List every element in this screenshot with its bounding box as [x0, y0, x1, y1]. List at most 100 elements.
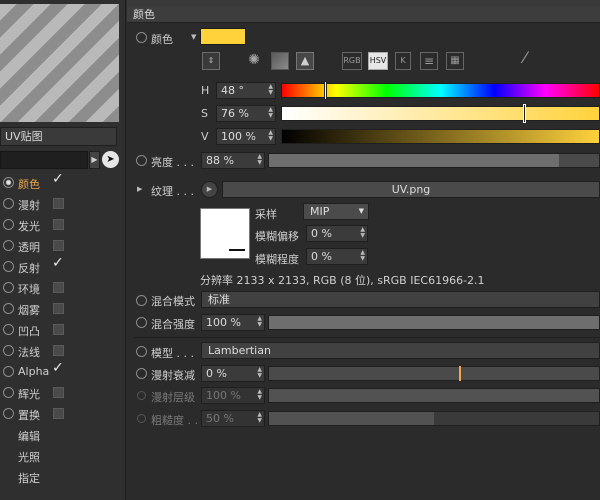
- channel-checkbox[interactable]: [53, 282, 64, 293]
- spinner-icon[interactable]: ▲ ▼: [268, 84, 273, 96]
- channel-label[interactable]: 颜色: [18, 176, 40, 192]
- channel-label[interactable]: 发光: [18, 218, 40, 234]
- checkmark-icon[interactable]: ✓: [52, 361, 66, 375]
- cursor-pick-icon[interactable]: ➤: [102, 151, 119, 168]
- collapse-triangle-icon[interactable]: ▶: [137, 185, 142, 193]
- channel-row[interactable]: 发光: [0, 214, 120, 236]
- channel-radio[interactable]: [3, 240, 14, 251]
- swatch-grid-icon[interactable]: ▦: [446, 52, 464, 70]
- material-name-field[interactable]: UV贴图: [0, 127, 117, 146]
- checkmark-icon[interactable]: ✓: [52, 172, 66, 186]
- play-arrow-icon[interactable]: ▶: [89, 151, 100, 169]
- channel-checkbox[interactable]: [53, 324, 64, 335]
- texture-thumbnail[interactable]: [200, 208, 250, 259]
- animate-radio-blend-mode[interactable]: [136, 295, 147, 306]
- channel-search-field[interactable]: [0, 151, 88, 169]
- channel-label[interactable]: 辉光: [18, 386, 40, 402]
- mixer-sliders-icon[interactable]: ≡: [420, 52, 438, 70]
- hue-field[interactable]: 48 ° ▲ ▼: [216, 82, 276, 99]
- eyedropper-icon[interactable]: ⁄: [516, 50, 534, 68]
- spinner-icon[interactable]: ▲ ▼: [257, 154, 262, 166]
- channel-radio[interactable]: [3, 198, 14, 209]
- channel-checkbox[interactable]: [53, 303, 64, 314]
- brightness-slider[interactable]: [268, 153, 600, 168]
- channel-label[interactable]: 反射: [18, 260, 40, 276]
- expand-triangle-icon[interactable]: ▼: [191, 33, 196, 41]
- channel-row[interactable]: 透明: [0, 235, 120, 257]
- blur-scale-field[interactable]: 0 % ▲ ▼: [306, 248, 368, 265]
- channel-checkbox[interactable]: [53, 219, 64, 230]
- channel-row[interactable]: 环境: [0, 277, 120, 299]
- spinner-icon[interactable]: ▲ ▼: [257, 412, 262, 424]
- animate-radio-diffuse-level[interactable]: [137, 391, 146, 400]
- channel-checkbox[interactable]: [53, 240, 64, 251]
- menu-item-assign[interactable]: 指定: [18, 470, 40, 490]
- channel-checkbox[interactable]: [53, 408, 64, 419]
- checkmark-icon[interactable]: ✓: [52, 256, 66, 270]
- spectrum-icon[interactable]: [271, 52, 289, 70]
- value-field[interactable]: 100 % ▲ ▼: [216, 128, 276, 145]
- channel-row[interactable]: 漫射: [0, 193, 120, 215]
- mode-hsv-button[interactable]: HSV: [368, 52, 388, 70]
- value-slider[interactable]: [281, 129, 600, 144]
- spinner-icon[interactable]: ▲ ▼: [257, 316, 262, 328]
- roughness-field[interactable]: 50 % ▲ ▼: [201, 410, 265, 427]
- channel-radio[interactable]: [3, 387, 14, 398]
- animate-radio-brightness[interactable]: [136, 155, 147, 166]
- spinner-icon[interactable]: ▲ ▼: [268, 107, 273, 119]
- saturation-slider[interactable]: [281, 104, 600, 123]
- channel-label[interactable]: 法线: [18, 344, 40, 360]
- spinner-icon[interactable]: ▲ ▼: [360, 227, 365, 239]
- spinner-icon[interactable]: ▲ ▼: [257, 367, 262, 379]
- image-picker-icon[interactable]: ▲: [296, 52, 314, 70]
- sampling-dropdown[interactable]: MIP ▼: [303, 203, 369, 220]
- channel-radio[interactable]: [3, 219, 14, 230]
- blend-strength-slider[interactable]: [268, 315, 600, 330]
- animate-radio-model[interactable]: [136, 346, 147, 357]
- channel-radio[interactable]: [3, 345, 14, 356]
- menu-item-edit[interactable]: 编辑: [18, 428, 40, 448]
- channel-checkbox[interactable]: [53, 345, 64, 356]
- roughness-slider[interactable]: [268, 411, 600, 426]
- texture-file-button[interactable]: UV.png: [222, 181, 600, 198]
- channel-label[interactable]: 烟雾: [18, 302, 40, 318]
- diffuse-falloff-slider[interactable]: [268, 366, 600, 381]
- channel-row[interactable]: 反射 ✓: [0, 256, 120, 278]
- model-dropdown[interactable]: Lambertian: [201, 342, 600, 359]
- channel-checkbox[interactable]: [53, 387, 64, 398]
- channel-radio[interactable]: [3, 366, 14, 377]
- brightness-field[interactable]: 88 % ▲ ▼: [201, 152, 265, 169]
- channel-radio[interactable]: [3, 177, 14, 188]
- color-wheel-icon[interactable]: ✺: [245, 52, 263, 70]
- channel-label[interactable]: 置换: [18, 407, 40, 423]
- channel-label[interactable]: 凹凸: [18, 323, 40, 339]
- channel-radio[interactable]: [3, 282, 14, 293]
- diffuse-level-slider[interactable]: [268, 388, 600, 403]
- saturation-slider-handle[interactable]: [522, 104, 526, 123]
- blend-strength-field[interactable]: 100 % ▲ ▼: [201, 314, 265, 331]
- blend-mode-dropdown[interactable]: 标准: [201, 291, 600, 308]
- channel-row[interactable]: Alpha ✓: [0, 361, 120, 383]
- material-preview[interactable]: [0, 4, 119, 122]
- channel-radio[interactable]: [3, 324, 14, 335]
- color-swatch[interactable]: [200, 28, 246, 45]
- channel-row[interactable]: 置换: [0, 403, 120, 425]
- saturation-field[interactable]: 76 % ▲ ▼: [216, 105, 276, 122]
- mode-kelvin-button[interactable]: K: [395, 52, 411, 70]
- diffuse-falloff-field[interactable]: 0 % ▲ ▼: [201, 365, 265, 382]
- hue-slider-handle[interactable]: [324, 81, 328, 100]
- channel-radio[interactable]: [3, 261, 14, 272]
- hue-slider[interactable]: [281, 81, 600, 100]
- mode-rgb-button[interactable]: RGB: [342, 52, 362, 70]
- spinner-icon[interactable]: ▲ ▼: [360, 250, 365, 262]
- animate-radio-blend-strength[interactable]: [136, 317, 147, 328]
- channel-row[interactable]: 凹凸: [0, 319, 120, 341]
- channel-label[interactable]: 透明: [18, 239, 40, 255]
- channel-radio[interactable]: [3, 408, 14, 419]
- channel-label[interactable]: 环境: [18, 281, 40, 297]
- channel-row[interactable]: 法线: [0, 340, 120, 362]
- channel-row[interactable]: 辉光: [0, 382, 120, 404]
- channel-row[interactable]: 烟雾: [0, 298, 120, 320]
- channel-label[interactable]: 漫射: [18, 197, 40, 213]
- spinner-icon[interactable]: ▲ ▼: [268, 130, 273, 142]
